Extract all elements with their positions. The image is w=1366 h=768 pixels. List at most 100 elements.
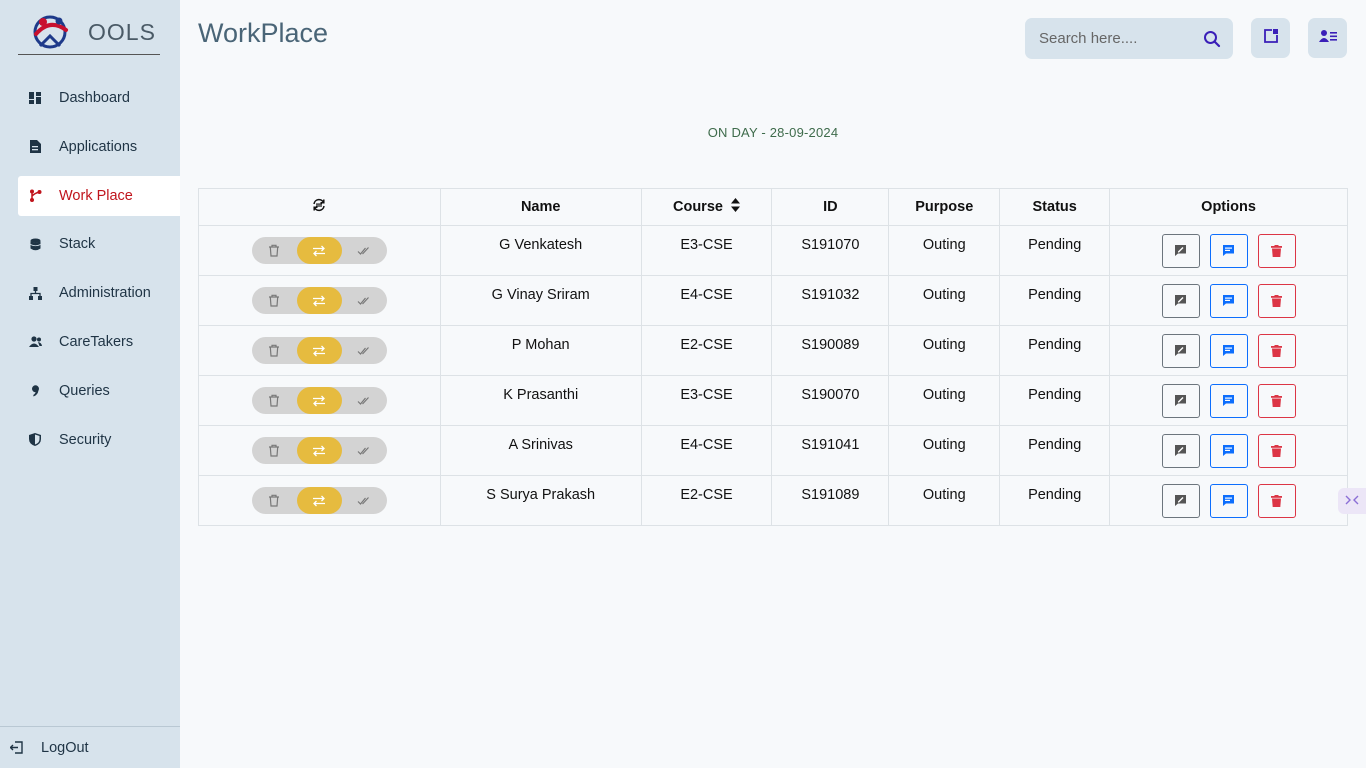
sidebar-item-administration[interactable]: Administration	[18, 273, 180, 313]
hierarchy-icon	[28, 286, 42, 300]
edit-comment-button[interactable]	[1161, 383, 1200, 418]
search-icon[interactable]	[1203, 30, 1221, 48]
message-button[interactable]	[1209, 383, 1248, 418]
action-toggle	[251, 237, 387, 264]
users-icon	[28, 335, 42, 349]
chat-icon	[1223, 245, 1235, 256]
reject-toggle-button[interactable]	[252, 437, 297, 464]
delete-button[interactable]	[1257, 483, 1296, 518]
document-icon	[28, 140, 42, 154]
edit-message-icon	[1175, 495, 1187, 506]
name-cell: K Prasanthi	[439, 375, 642, 426]
reject-toggle-button[interactable]	[252, 287, 297, 314]
purpose-cell: Outing	[888, 275, 1001, 326]
edit-comment-button[interactable]	[1161, 433, 1200, 468]
id-cell: S191032	[771, 275, 890, 326]
options-cell	[1109, 325, 1348, 376]
app-logo[interactable]: OOLS	[18, 10, 160, 55]
column-header-options: Options	[1109, 188, 1348, 226]
logout-button[interactable]: LogOut	[0, 726, 180, 768]
sidebar-item-dashboard[interactable]: Dashboard	[18, 78, 180, 118]
column-header-label: Course	[673, 198, 723, 215]
trash-icon	[1271, 344, 1283, 357]
reject-toggle-button[interactable]	[252, 337, 297, 364]
message-button[interactable]	[1209, 333, 1248, 368]
chat-icon	[1223, 295, 1235, 306]
status-cell: Pending	[999, 425, 1111, 476]
course-cell: E2-CSE	[640, 325, 773, 376]
sidebar-item-work-place[interactable]: Work Place	[18, 175, 180, 216]
message-button[interactable]	[1209, 233, 1248, 268]
name-cell: A Srinivas	[439, 425, 642, 476]
delete-button[interactable]	[1257, 283, 1296, 318]
edit-comment-button[interactable]	[1161, 233, 1200, 268]
status-cell: Pending	[999, 375, 1111, 426]
database-icon	[28, 237, 42, 251]
sidebar-item-security[interactable]: Security	[18, 420, 180, 460]
edit-message-icon	[1175, 395, 1187, 406]
id-cell: S191041	[771, 425, 890, 476]
sidebar-item-caretakers[interactable]: CareTakers	[18, 322, 180, 362]
side-panel-toggle[interactable]	[1338, 488, 1366, 514]
search-input[interactable]	[1039, 30, 1199, 47]
approve-toggle-button[interactable]	[342, 287, 387, 314]
reject-toggle-button[interactable]	[252, 387, 297, 414]
name-cell: S Surya Prakash	[439, 475, 642, 526]
message-button[interactable]	[1209, 283, 1248, 318]
transfer-toggle-button[interactable]	[296, 437, 342, 464]
transfer-toggle-button[interactable]	[296, 287, 342, 314]
edit-comment-button[interactable]	[1161, 283, 1200, 318]
column-header-course[interactable]: Course	[640, 188, 773, 226]
transfer-toggle-button[interactable]	[296, 237, 342, 264]
action-toggle-cell	[198, 275, 441, 326]
sidebar-item-label: CareTakers	[59, 333, 134, 350]
sort-icon[interactable]	[731, 198, 740, 216]
day-label: ON DAY - 28-09-2024	[707, 125, 839, 140]
status-cell: Pending	[999, 325, 1111, 376]
transfer-toggle-button[interactable]	[296, 487, 342, 514]
sidebar-item-label: Work Place	[59, 187, 133, 204]
sidebar: OOLS Dashboard Applications Work Place S…	[0, 0, 180, 768]
refresh-column-header[interactable]	[198, 188, 441, 226]
trash-icon	[1271, 244, 1283, 257]
edit-comment-button[interactable]	[1161, 333, 1200, 368]
status-cell: Pending	[999, 225, 1111, 276]
branch-icon	[28, 189, 42, 203]
trash-outline-icon	[269, 344, 280, 357]
id-cell: S191089	[771, 475, 890, 526]
options-cell	[1109, 425, 1348, 476]
edit-message-icon	[1175, 295, 1187, 306]
chat-icon	[1223, 445, 1235, 456]
approve-toggle-button[interactable]	[342, 437, 387, 464]
refresh-icon[interactable]	[312, 198, 326, 216]
transfer-toggle-button[interactable]	[296, 387, 342, 414]
message-button[interactable]	[1209, 483, 1248, 518]
status-cell: Pending	[999, 475, 1111, 526]
delete-button[interactable]	[1257, 333, 1296, 368]
new-window-button[interactable]	[1251, 18, 1290, 58]
delete-button[interactable]	[1257, 433, 1296, 468]
sidebar-item-stack[interactable]: Stack	[18, 224, 180, 264]
trash-icon	[1271, 444, 1283, 457]
delete-button[interactable]	[1257, 383, 1296, 418]
profile-button[interactable]	[1308, 18, 1347, 58]
trash-outline-icon	[269, 494, 280, 507]
action-toggle	[251, 287, 387, 314]
approve-toggle-button[interactable]	[342, 337, 387, 364]
approve-toggle-button[interactable]	[342, 237, 387, 264]
column-header-id: ID	[771, 188, 890, 226]
reject-toggle-button[interactable]	[252, 487, 297, 514]
message-button[interactable]	[1209, 433, 1248, 468]
transfer-toggle-button[interactable]	[296, 337, 342, 364]
approve-toggle-button[interactable]	[342, 487, 387, 514]
sidebar-item-label: Stack	[59, 236, 96, 253]
name-cell: G Vinay Sriram	[439, 275, 642, 326]
delete-button[interactable]	[1257, 233, 1296, 268]
table-row: P Mohan E2-CSE S190089 Outing Pending	[198, 325, 1348, 376]
edit-comment-button[interactable]	[1161, 483, 1200, 518]
sidebar-item-queries[interactable]: Queries	[18, 371, 180, 411]
logo-mark-icon	[26, 12, 74, 52]
reject-toggle-button[interactable]	[252, 237, 297, 264]
action-toggle-cell	[198, 375, 441, 426]
approve-toggle-button[interactable]	[342, 387, 387, 414]
